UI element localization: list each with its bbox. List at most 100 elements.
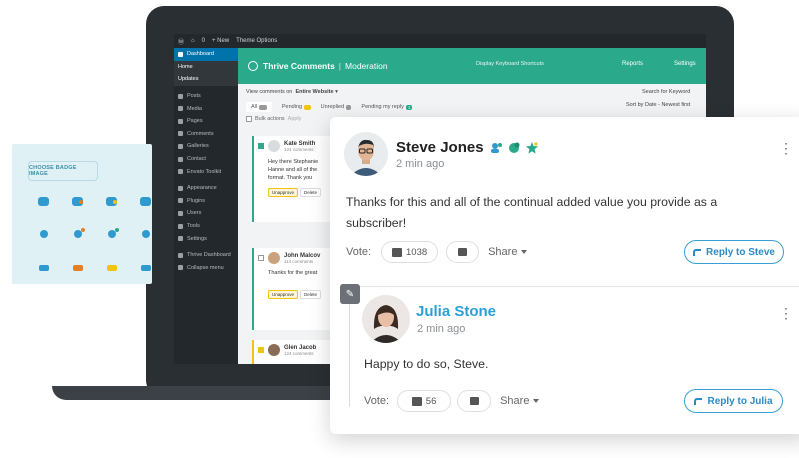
select-all-checkbox[interactable] <box>246 116 252 122</box>
bulk-actions: Bulk actions Apply <box>246 116 301 122</box>
wp-sidebar: Dashboard Home Updates Posts Media Pages… <box>174 48 238 364</box>
view-filter-value[interactable]: Entire Website <box>295 89 333 95</box>
unapprove-button[interactable]: Unapprove <box>268 188 299 197</box>
sidebar-sub-updates[interactable]: Updates <box>174 73 238 86</box>
upvote-count: 1038 <box>406 246 428 258</box>
share-dropdown[interactable]: Share <box>500 395 540 407</box>
plugin-icon <box>178 198 183 204</box>
wordpress-icon[interactable]: Ⓦ <box>178 37 184 46</box>
downvote-button[interactable] <box>457 390 492 412</box>
upvote-count: 56 <box>425 395 437 407</box>
tab-pending-my-reply[interactable]: Pending my reply 1 <box>361 104 413 110</box>
card-checkbox[interactable] <box>258 347 264 353</box>
reply-to-steve-button[interactable]: Reply to Steve <box>684 240 784 264</box>
apply-button[interactable]: Apply <box>288 116 302 122</box>
sidebar-item-posts[interactable]: Posts <box>174 90 238 103</box>
page-icon <box>178 118 183 124</box>
more-options-icon[interactable]: ⋮ <box>779 141 793 155</box>
thrive-comments-logo-icon <box>248 61 258 71</box>
comment-card[interactable]: Glen Jacob 124 comments <box>252 340 338 364</box>
bulk-actions-select[interactable]: Bulk actions <box>255 116 285 122</box>
wrench-icon <box>178 223 183 229</box>
vote-label: Vote: <box>364 395 390 407</box>
vote-label: Vote: <box>346 246 372 258</box>
thrive-comments-header: Thrive Comments | Moderation Display Key… <box>238 48 706 84</box>
theme-options-link[interactable]: Theme Options <box>236 38 277 44</box>
section-title: Moderation <box>345 61 388 71</box>
tab-all[interactable]: All <box>246 102 272 112</box>
count-badge <box>346 104 352 110</box>
card-checkbox[interactable] <box>258 143 264 149</box>
sidebar-sub-home[interactable]: Home <box>174 60 238 74</box>
laptop-base <box>52 386 362 400</box>
chat-bubble-icon[interactable] <box>140 197 151 206</box>
brush-icon <box>178 185 183 191</box>
sidebar-item-dashboard[interactable]: Dashboard <box>174 48 238 61</box>
sidebar-item-thrive-dashboard[interactable]: Thrive Dashboard <box>174 249 238 262</box>
sidebar-item-appearance[interactable]: Appearance <box>174 182 238 195</box>
thumbs-down-icon <box>469 397 479 405</box>
sidebar-item-envato[interactable]: Envato Toolkit <box>174 165 238 178</box>
author-badges <box>490 141 538 154</box>
chevron-down-icon <box>521 250 528 254</box>
upvote-button[interactable]: 56 <box>397 390 452 412</box>
sort-select[interactable]: Sort by Date - Newest first <box>626 102 690 108</box>
count-badge <box>304 104 311 110</box>
comment-icon <box>178 131 183 137</box>
user-badge-icon[interactable] <box>40 230 48 238</box>
comment-time: 2 min ago <box>396 158 445 170</box>
sidebar-item-comments[interactable]: Comments <box>174 128 238 141</box>
sidebar-item-users[interactable]: Users <box>174 207 238 220</box>
sidebar-item-pages[interactable]: Pages <box>174 115 238 128</box>
reply-icon <box>694 397 703 405</box>
tab-unreplied[interactable]: Unreplied <box>321 104 352 110</box>
new-link[interactable]: + New <box>212 38 229 44</box>
view-filter[interactable]: View comments on Entire Website ▾ <box>246 89 338 95</box>
chat-bubble-icon[interactable] <box>38 197 49 206</box>
reply-author[interactable]: Julia Stone <box>416 303 496 320</box>
choose-badge-title[interactable]: CHOOSE BADGE IMAGE <box>28 161 98 181</box>
reply-to-julia-button[interactable]: Reply to Julia <box>684 389 783 413</box>
settings-link[interactable]: Settings <box>674 61 696 67</box>
dashboard-icon <box>178 51 183 57</box>
sidebar-item-contact[interactable]: Contact <box>174 153 238 166</box>
count-badge <box>259 104 267 110</box>
wp-admin-bar: Ⓦ ⌂ 0 + New Theme Options <box>174 34 706 48</box>
arrows-badge-icon[interactable] <box>107 265 117 271</box>
tab-pending[interactable]: Pending <box>282 104 311 110</box>
card-checkbox[interactable] <box>258 255 264 261</box>
thumbs-up-icon <box>392 247 402 257</box>
delete-button[interactable]: Delete <box>300 188 322 197</box>
comment-vote-bar: Vote: 1038 Share <box>346 241 528 263</box>
sidebar-collapse[interactable]: Collapse menu <box>174 262 238 275</box>
comments-count[interactable]: 0 <box>202 38 205 44</box>
sidebar-item-plugins[interactable]: Plugins <box>174 195 238 208</box>
badge-image-panel: CHOOSE BADGE IMAGE <box>12 144 152 284</box>
contact-icon <box>178 156 183 162</box>
arrows-badge-icon[interactable] <box>73 265 83 271</box>
arrows-badge-icon[interactable] <box>141 265 151 271</box>
sidebar-item-galleries[interactable]: Galleries <box>174 140 238 153</box>
more-options-icon[interactable]: ⋮ <box>779 306 793 320</box>
settings-icon <box>178 236 183 242</box>
upvote-button[interactable]: 1038 <box>381 241 439 263</box>
reports-link[interactable]: Reports <box>622 61 643 67</box>
sidebar-item-tools[interactable]: Tools <box>174 220 238 233</box>
reply-vote-bar: Vote: 56 Share <box>364 390 540 412</box>
comment-card[interactable]: John Malcov 114 comments Thanks for the g… <box>252 248 338 330</box>
keyword-search[interactable]: Search for Keyword <box>642 89 690 95</box>
unapprove-button[interactable]: Unapprove <box>268 290 299 299</box>
sidebar-item-media[interactable]: Media <box>174 102 238 115</box>
keyboard-shortcuts-link[interactable]: Display Keyboard Shortcuts <box>476 61 544 67</box>
arrows-badge-icon[interactable] <box>39 265 49 271</box>
sidebar-item-settings[interactable]: Settings <box>174 232 238 245</box>
home-icon[interactable]: ⌂ <box>191 38 195 44</box>
downvote-button[interactable] <box>446 241 480 263</box>
comment-author[interactable]: Steve Jones <box>396 139 484 156</box>
user-badge-icon[interactable] <box>142 230 150 238</box>
delete-button[interactable]: Delete <box>300 290 322 299</box>
share-dropdown[interactable]: Share <box>488 246 528 258</box>
reply-text: Happy to do so, Steve. <box>364 357 489 371</box>
comment-card[interactable]: Kate Smith 124 comments Hey there Stephan… <box>252 136 338 222</box>
marketing-composite: Ⓦ ⌂ 0 + New Theme Options Dashboard Home… <box>0 0 799 458</box>
